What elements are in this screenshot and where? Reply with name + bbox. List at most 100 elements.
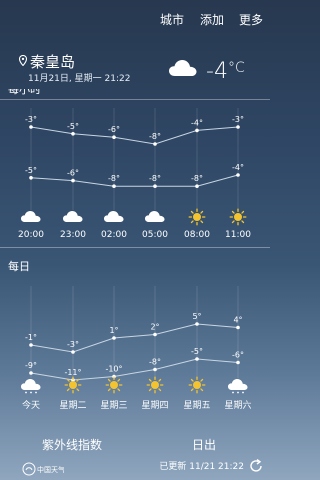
hourly-high-label: -3° [25,115,37,124]
sun-icon [188,208,206,226]
daily-low-label: -6° [232,351,244,360]
hourly-high-label: -6° [108,125,120,134]
hourly-low-point [236,173,240,177]
china-weather-logo: 中国天气 [22,462,64,476]
sun-icon [229,208,247,226]
updated-time: 已更新 11/21 21:22 [159,462,244,472]
menu-add[interactable]: 添加 [200,8,224,32]
daily-high-point [112,336,116,340]
daily-low-label: -9° [25,361,37,370]
current-temperature: -4°C [206,54,245,86]
hourly-columns: 20:00 23:00 02:00 05:00 08:00 11:00 [0,208,270,248]
daily-low-point [153,367,157,372]
daily-label: 星期四 [141,401,169,411]
hourly-low-point [29,176,33,180]
hourly-label: 23:00 [60,230,86,240]
hourly-low-point [195,184,199,188]
snow-cloud-icon [21,379,41,394]
menu-more[interactable]: 更多 [239,8,263,32]
daily-high-point [236,325,240,330]
logo-text: 中国天气 [37,465,64,474]
hourly-high-point [236,125,240,129]
daily-section-label: 每日 [8,260,30,273]
hourly-low-point [153,184,157,188]
hourly-low-label: -6° [67,169,79,178]
hourly-low-line [30,174,239,187]
daily-column[interactable]: 星期四 [135,376,175,411]
daily-high-point [29,343,33,347]
daily-high-label: -1° [25,333,37,342]
refresh-icon[interactable] [248,458,264,474]
hourly-high-label: -3° [232,115,244,124]
hourly-low-label: -4° [232,163,244,172]
daily-high-label: 4° [233,316,242,325]
hourly-label: 20:00 [18,230,44,240]
hourly-column[interactable]: 05:00 [135,208,175,240]
daily-column[interactable]: 星期三 [94,376,134,411]
hourly-high-label: -4° [191,118,203,127]
uv-index-tile[interactable]: 紫外线指数 [42,436,102,453]
hourly-low-label: -5° [25,166,37,175]
current-temp-unit: °C [227,60,245,76]
hourly-high-point [153,142,157,146]
hourly-high-point [195,128,199,133]
date-time: 11月21日, 星期一 21:22 [28,74,131,84]
cloud-icon [21,211,41,222]
daily-low-label: -10° [105,365,122,374]
hourly-high-label: -5° [67,122,79,131]
hourly-low-label: -8° [191,174,203,183]
daily-label: 今天 [21,401,40,411]
hourly-high-line [30,126,239,145]
sunrise-tile[interactable]: 日出 [192,436,216,453]
daily-low-label: -8° [149,358,161,367]
daily-label: 星期五 [183,401,211,411]
city-name: 秦皇岛 [30,53,76,71]
sun-icon [105,376,123,394]
daily-high-label: 2° [150,323,159,332]
cloud-icon [63,211,83,222]
daily-column[interactable]: 星期二 [53,376,93,411]
daily-high-label: 1° [109,326,118,335]
location-pin-icon [19,55,27,66]
section-divider [0,247,270,248]
daily-column[interactable]: 今天 [11,376,51,411]
cloud-icon [145,211,165,222]
hourly-low-point [71,178,75,183]
sun-icon [188,376,206,394]
hourly-label: 08:00 [184,230,210,240]
daily-low-point [236,360,240,365]
cloud-icon [169,60,197,76]
city-block[interactable]: 秦皇岛 [19,52,76,72]
daily-high-point [153,332,157,337]
daily-chart: -1°-3°1° 2°5° 4°-9°-11° -10°-8°-5° -6° [25,286,244,382]
footer: 中国天气 已更新 11/21 21:22 [0,456,270,480]
daily-high-label: 5° [192,312,201,321]
hourly-high-point [71,132,75,136]
daily-high-label: -3° [67,340,79,349]
sun-icon [146,376,164,394]
daily-columns: 今天 星期二 星期三 星期四 星期五 星期六 [0,376,270,416]
daily-label: 星期三 [100,401,128,411]
daily-high-point [195,322,199,326]
hourly-column[interactable]: 02:00 [94,208,134,240]
hourly-low-point [112,184,116,188]
detail-tiles: 紫外线指数 日出 [0,436,270,458]
current-temp-value: -4 [206,59,228,84]
daily-column[interactable]: 星期五 [177,376,217,411]
daily-high-point [71,350,75,354]
hourly-column[interactable]: 20:00 [11,208,51,240]
menu-city[interactable]: 城市 [160,8,184,32]
hourly-column[interactable]: 23:00 [53,208,93,240]
hourly-high-label: -8° [149,132,161,141]
hourly-high-point [112,135,116,139]
snow-cloud-icon [228,379,248,394]
hourly-column[interactable]: 08:00 [177,208,217,240]
top-menu: 城市 添加 更多 [0,8,270,32]
hourly-label: 05:00 [142,230,168,240]
daily-low-point [29,371,33,375]
hourly-chart: -3° -5° -6° -8° -4° -3° -5° -6° -8° -8° -8° -4° [25,108,244,210]
daily-column[interactable]: 星期六 [218,376,258,411]
hourly-low-label: -8° [149,174,161,183]
hourly-column[interactable]: 11:00 [218,208,258,240]
daily-low-point [195,357,199,361]
